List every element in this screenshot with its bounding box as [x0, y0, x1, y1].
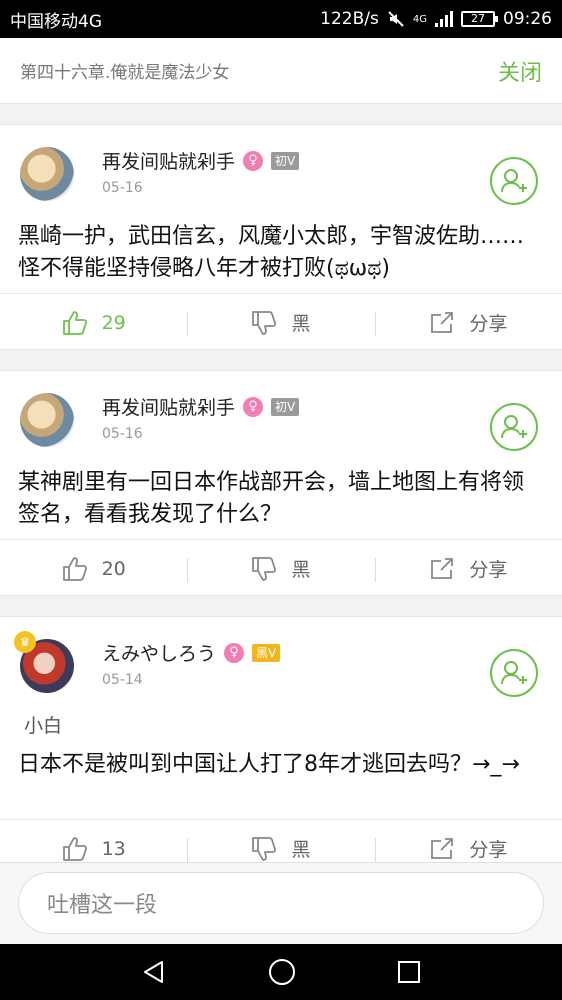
clock: 09:26	[503, 9, 552, 29]
status-icons: 122B/s 4G 27 09:26	[320, 9, 552, 29]
thumbs-up-icon	[62, 556, 87, 581]
comment-card: ♛ えみやしろう ♀ 黑V 05-14 小白 日本不是被叫到中国让人打了8年才逃…	[0, 616, 562, 876]
comment-date: 05-14	[102, 672, 143, 688]
dislike-label: 黑	[291, 559, 311, 581]
thumbs-up-icon	[62, 836, 87, 861]
thumbs-down-icon	[252, 556, 277, 581]
female-icon: ♀	[243, 150, 264, 171]
follow-button[interactable]	[490, 157, 538, 205]
level-badge: 初V	[271, 397, 300, 416]
carrier-label: 中国移动4G	[10, 11, 102, 32]
comment-text: 某神剧里有一回日本作战部开会，墙上地图上有将领签名，看看我发现了什么？	[18, 470, 525, 527]
add-user-icon	[501, 169, 527, 193]
home-icon[interactable]	[267, 957, 297, 987]
username[interactable]: 再发间贴就剁手	[102, 147, 235, 174]
comment-bar: 吐槽这一段	[0, 862, 562, 944]
like-count: 29	[101, 311, 126, 334]
avatar[interactable]	[20, 393, 74, 447]
comment-card: 再发间贴就剁手 ♀ 初V 05-16 某神剧里有一回日本作战部开会，墙上地图上有…	[0, 370, 562, 596]
username[interactable]: 再发间贴就剁手	[102, 393, 235, 420]
share-icon	[431, 311, 454, 333]
thumbs-down-icon	[252, 836, 277, 861]
close-button[interactable]: 关闭	[498, 55, 542, 87]
level-badge: 初V	[271, 151, 300, 170]
share-label: 分享	[469, 313, 508, 335]
recent-apps-icon[interactable]	[396, 959, 422, 985]
like-button[interactable]: 13	[0, 836, 187, 862]
female-icon: ♀	[224, 642, 245, 663]
comment-card: 再发间贴就剁手 ♀ 初V 05-16 黑崎一护，武田信玄，风魔小太郎，宇智波佐助…	[0, 124, 562, 350]
chapter-title: 第四十六章.俺就是魔法少女	[20, 63, 230, 83]
mute-icon	[388, 11, 404, 27]
comment-author[interactable]: えみやしろう ♀ 黑V	[102, 639, 281, 666]
crown-icon: ♛	[14, 631, 36, 653]
comment-author[interactable]: 再发间贴就剁手 ♀ 初V	[102, 147, 300, 174]
share-icon	[431, 557, 454, 579]
comment-date: 05-16	[102, 180, 143, 196]
thumbs-up-icon	[62, 310, 87, 335]
comment-date: 05-16	[102, 426, 143, 442]
dislike-button[interactable]: 黑	[187, 555, 374, 582]
share-label: 分享	[469, 839, 508, 861]
quoted-text: 小白	[24, 715, 63, 737]
network-speed: 122B/s	[320, 9, 379, 29]
like-count: 13	[101, 837, 126, 860]
dislike-button[interactable]: 黑	[187, 835, 374, 862]
battery-icon: 27	[461, 11, 498, 27]
network-type: 4G	[412, 13, 427, 25]
avatar[interactable]	[20, 147, 74, 201]
add-user-icon	[501, 415, 527, 439]
thumbs-down-icon	[252, 310, 277, 335]
back-icon[interactable]	[140, 958, 168, 986]
navigation-bar	[0, 944, 562, 1000]
share-label: 分享	[469, 559, 508, 581]
username[interactable]: えみやしろう	[102, 639, 216, 666]
signal-icon	[435, 11, 453, 27]
chapter-header: 第四十六章.俺就是魔法少女 关闭	[0, 38, 562, 104]
dislike-button[interactable]: 黑	[187, 309, 374, 336]
female-icon: ♀	[243, 396, 264, 417]
comment-input[interactable]: 吐槽这一段	[18, 872, 544, 934]
comment-input-placeholder: 吐槽这一段	[47, 893, 158, 918]
share-button[interactable]: 分享	[374, 835, 562, 862]
dislike-label: 黑	[291, 313, 311, 335]
comment-text: 日本不是被叫到中国让人打了8年才逃回去吗？→_→	[18, 752, 520, 777]
dislike-label: 黑	[291, 839, 311, 861]
status-bar: 中国移动4G 122B/s 4G 27 09:26	[0, 0, 562, 38]
like-button[interactable]: 20	[0, 556, 187, 582]
comment-actions: 29 黑 分享	[0, 293, 562, 351]
battery-level: 27	[471, 12, 485, 25]
level-badge: 黑V	[252, 643, 281, 662]
share-button[interactable]: 分享	[374, 309, 562, 336]
like-count: 20	[101, 557, 126, 580]
comment-text: 黑崎一护，武田信玄，风魔小太郎，宇智波佐助……怪不得能坚持侵略八年才被打败(ಥω…	[18, 224, 525, 281]
share-button[interactable]: 分享	[374, 555, 562, 582]
comment-actions: 20 黑 分享	[0, 539, 562, 597]
like-button[interactable]: 29	[0, 310, 187, 336]
share-icon	[431, 837, 454, 859]
follow-button[interactable]	[490, 403, 538, 451]
follow-button[interactable]	[490, 649, 538, 697]
comment-author[interactable]: 再发间贴就剁手 ♀ 初V	[102, 393, 300, 420]
add-user-icon	[501, 661, 527, 685]
